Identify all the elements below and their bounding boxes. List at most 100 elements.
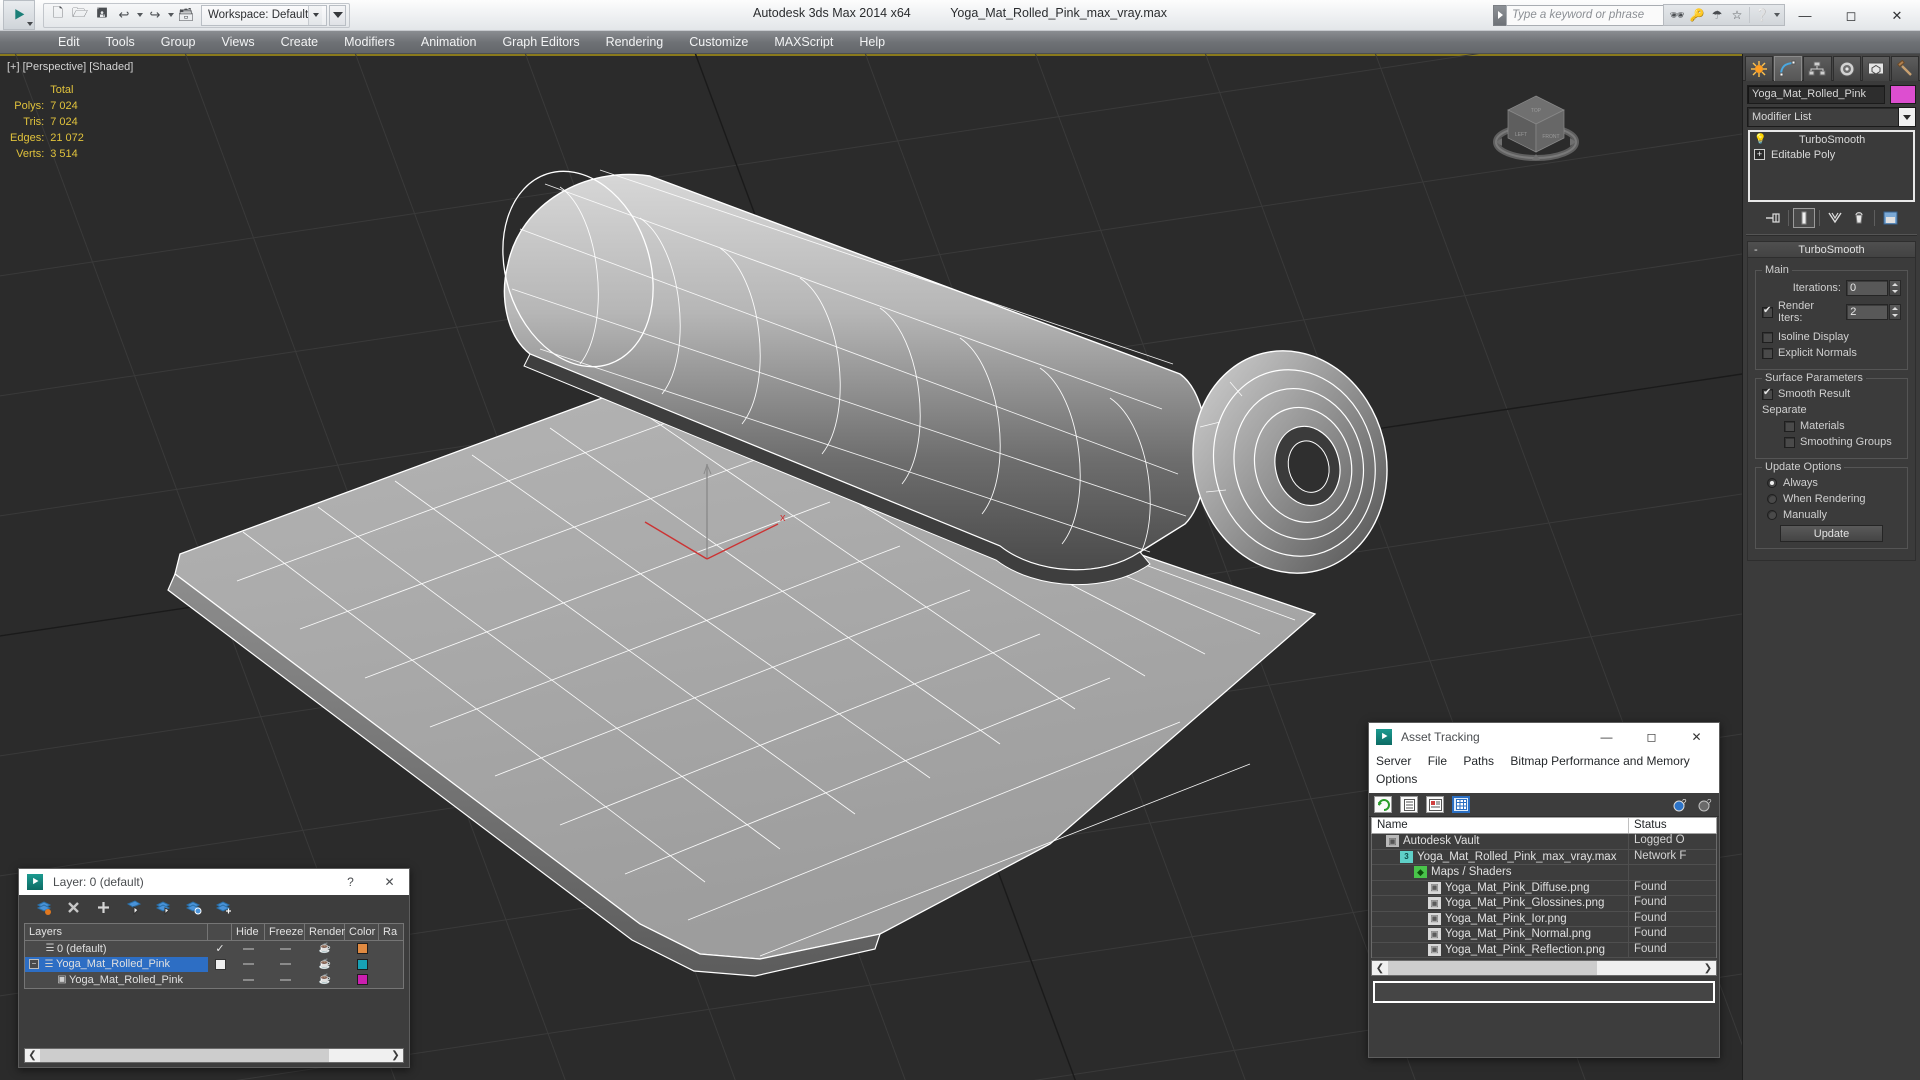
object-color-swatch[interactable] <box>1890 85 1916 104</box>
menu-file[interactable]: File <box>1428 754 1447 768</box>
column-header-current[interactable] <box>208 924 232 940</box>
column-header-name[interactable]: Name <box>1372 818 1628 833</box>
workspace-dropdown-arrow-icon[interactable] <box>308 5 323 25</box>
hide-toggle[interactable] <box>232 963 265 966</box>
smooth-result-checkbox[interactable] <box>1762 387 1773 400</box>
update-when-rendering-row[interactable]: When Rendering <box>1762 493 1901 505</box>
render-toggle[interactable]: ☕ <box>305 943 345 954</box>
plus-box-icon[interactable]: + <box>1754 149 1765 160</box>
menu-help[interactable]: Help <box>846 31 898 53</box>
rollout-header[interactable]: - TurboSmooth <box>1748 242 1915 258</box>
table-row[interactable]: 3 Yoga_Mat_Rolled_Pink_max_vray.max Netw… <box>1372 849 1716 865</box>
table-row[interactable]: ☰ 0 (default) ✓ ☕ <box>25 941 403 957</box>
asset-list[interactable]: Name Status ▣ Autodesk Vault Logged O 3 … <box>1369 817 1719 976</box>
stack-item-turbosmooth[interactable]: 💡 TurboSmooth <box>1750 132 1913 147</box>
iterations-spinner[interactable] <box>1889 280 1901 296</box>
show-end-result-icon[interactable] <box>1793 208 1815 228</box>
workspace-expand-button[interactable] <box>329 4 347 26</box>
scroll-left-icon[interactable]: ❮ <box>1372 963 1388 974</box>
isoline-display-checkbox[interactable] <box>1762 331 1773 343</box>
viewcube[interactable]: TOP LEFT FRONT <box>1490 84 1582 176</box>
update-when-rendering-radio[interactable] <box>1767 494 1777 504</box>
menu-animation[interactable]: Animation <box>408 31 490 53</box>
help-button[interactable]: ? <box>331 869 370 895</box>
menu-customize[interactable]: Customize <box>676 31 761 53</box>
isoline-display-row[interactable]: Isoline Display <box>1762 331 1901 343</box>
column-header-color[interactable]: Color <box>345 924 379 940</box>
collapse-icon[interactable]: - <box>1754 244 1758 256</box>
menu-server[interactable]: Server <box>1376 754 1411 768</box>
help-icon[interactable]: ❔ <box>1752 5 1772 26</box>
stack-item-editable-poly[interactable]: + Editable Poly <box>1750 147 1913 162</box>
select-objects-in-layer-icon[interactable] <box>125 899 142 916</box>
workspace-selector[interactable]: Workspace: Default <box>201 4 328 26</box>
undo-dropdown-arrow-icon[interactable] <box>135 13 144 17</box>
scrollbar-thumb[interactable] <box>1388 961 1598 975</box>
iterations-input[interactable]: 0 <box>1846 280 1888 296</box>
object-color-swatch[interactable] <box>345 974 379 986</box>
table-row[interactable]: − ☰ Yoga_Mat_Rolled_Pink ☕ <box>25 956 403 972</box>
materials-row[interactable]: Materials <box>1762 420 1901 432</box>
remove-modifier-icon[interactable] <box>1848 208 1870 228</box>
communication-center-icon[interactable]: ☂ <box>1707 5 1727 26</box>
tab-utilities[interactable] <box>1890 56 1920 81</box>
scroll-left-icon[interactable]: ❮ <box>25 1050 40 1061</box>
search-input[interactable]: Type a keyword or phrase <box>1506 4 1674 26</box>
layer-color-swatch[interactable] <box>345 943 379 955</box>
render-toggle[interactable]: ☕ <box>305 974 345 985</box>
grid-view-icon[interactable] <box>1452 796 1470 813</box>
smoothing-groups-row[interactable]: Smoothing Groups <box>1762 436 1901 448</box>
menu-options[interactable]: Options <box>1376 772 1417 786</box>
configure-modifier-sets-icon[interactable] <box>1879 208 1901 228</box>
menu-bitmap-performance[interactable]: Bitmap Performance and Memory <box>1510 754 1689 768</box>
table-row[interactable]: ▣ Yoga_Mat_Pink_Glossines.png Found <box>1372 896 1716 912</box>
search-binoculars-icon[interactable]: 🕶 <box>1667 5 1687 26</box>
smooth-result-row[interactable]: Smooth Result <box>1762 387 1901 400</box>
scrollbar-track[interactable] <box>1388 961 1700 975</box>
menu-graph-editors[interactable]: Graph Editors <box>489 31 592 53</box>
table-row[interactable]: ▣ Yoga_Mat_Pink_Ior.png Found <box>1372 911 1716 927</box>
scrollbar-thumb[interactable] <box>40 1049 329 1062</box>
tab-modify[interactable] <box>1774 56 1803 81</box>
column-header-status[interactable]: Status <box>1628 818 1716 833</box>
make-unique-icon[interactable] <box>1824 208 1846 228</box>
refresh-icon[interactable] <box>1374 796 1392 813</box>
hide-toggle[interactable] <box>232 947 265 950</box>
menu-edit[interactable]: Edit <box>45 31 93 53</box>
hide-unhide-all-icon[interactable] <box>215 899 232 916</box>
current-layer-checkbox[interactable] <box>208 958 232 970</box>
favorites-star-icon[interactable]: ☆ <box>1727 5 1747 26</box>
menu-maxscript[interactable]: MAXScript <box>761 31 846 53</box>
redo-dropdown-arrow-icon[interactable] <box>166 13 175 17</box>
freeze-toggle[interactable] <box>265 978 305 981</box>
scroll-right-icon[interactable]: ❯ <box>1700 963 1716 974</box>
table-row[interactable]: ▣ Yoga_Mat_Pink_Normal.png Found <box>1372 927 1716 943</box>
help-question-icon[interactable]: ? <box>1696 796 1714 813</box>
table-row[interactable]: ▣ Autodesk Vault Logged O <box>1372 834 1716 850</box>
highlight-selected-objects-layer-icon[interactable] <box>185 899 202 916</box>
column-header-layers[interactable]: Layers <box>25 924 208 940</box>
maximize-button[interactable]: ◻ <box>1629 723 1674 751</box>
delete-layer-icon[interactable] <box>65 899 82 916</box>
minimize-button[interactable]: — <box>1584 723 1629 751</box>
select-highlighted-layers-icon[interactable] <box>155 899 172 916</box>
new-file-icon[interactable]: 🗋 <box>47 5 69 26</box>
close-button[interactable]: ✕ <box>370 869 409 895</box>
menu-tools[interactable]: Tools <box>93 31 148 53</box>
save-file-icon[interactable]: 🖪 <box>91 5 113 26</box>
undo-icon[interactable]: ↩ <box>113 5 135 26</box>
layer-window-titlebar[interactable]: ⯈ Layer: 0 (default) ? ✕ <box>19 869 409 895</box>
explicit-normals-row[interactable]: Explicit Normals <box>1762 347 1901 359</box>
tab-display[interactable] <box>1861 56 1890 81</box>
object-name-input[interactable]: Yoga_Mat_Rolled_Pink <box>1747 85 1885 104</box>
update-manually-row[interactable]: Manually <box>1762 509 1901 521</box>
freeze-toggle[interactable] <box>265 947 305 950</box>
asset-tracking-status-field[interactable] <box>1373 981 1715 1003</box>
render-iters-checkbox[interactable] <box>1762 305 1773 318</box>
help-dropdown-arrow-icon[interactable] <box>1772 13 1781 17</box>
scroll-right-icon[interactable]: ❯ <box>388 1050 403 1061</box>
layer-list-horizontal-scrollbar[interactable]: ❮ ❯ <box>24 1048 404 1063</box>
application-menu-button[interactable]: ⯈ <box>3 0 35 30</box>
pin-stack-icon[interactable] <box>1762 208 1784 228</box>
render-iters-input[interactable]: 2 <box>1846 304 1889 320</box>
